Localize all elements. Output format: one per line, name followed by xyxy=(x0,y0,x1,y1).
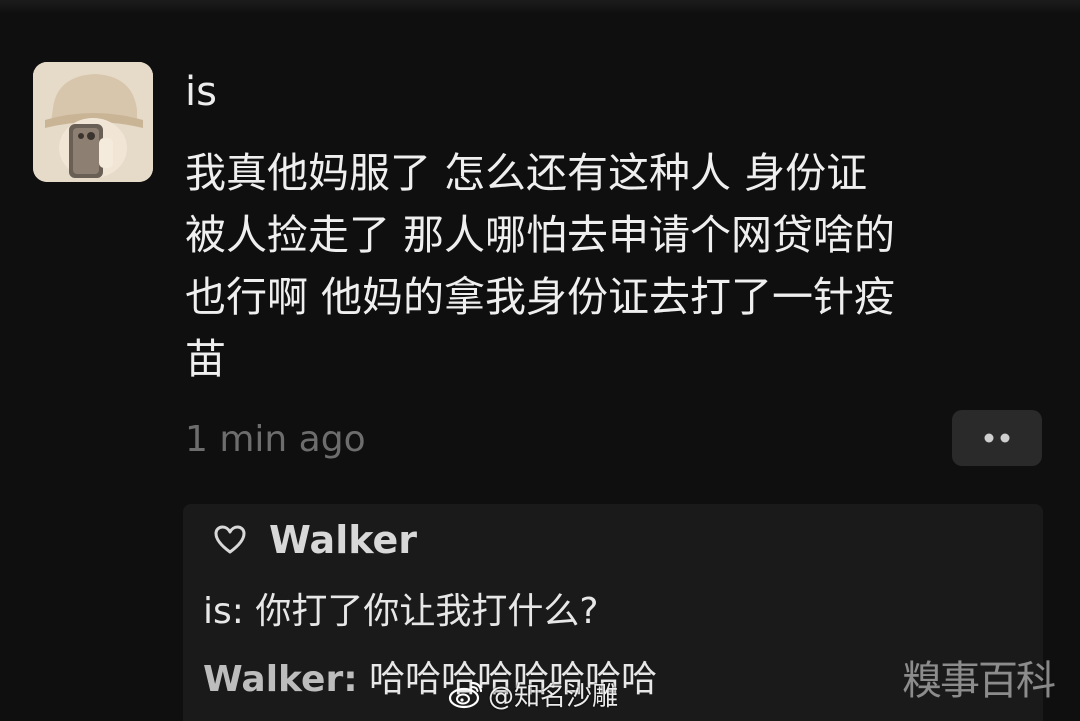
post-content-line: 被人捡走了 那人哪怕去申请个网贷啥的 xyxy=(185,211,896,259)
comment-author[interactable]: Walker: xyxy=(203,659,358,700)
comment-author[interactable]: is: xyxy=(203,591,244,632)
weibo-watermark-text: @知名沙雕 xyxy=(488,681,619,712)
more-options-button[interactable] xyxy=(952,410,1042,466)
post-card: is 我真他妈服了 怎么还有这种人 身份证 被人捡走了 那人哪怕去申请个网贷啥的… xyxy=(0,0,1080,721)
comment-text: 你打了你让我打什么? xyxy=(255,591,599,632)
post-content-line: 我真他妈服了 怎么还有这种人 身份证 xyxy=(185,149,868,197)
likes-row[interactable]: Walker xyxy=(213,518,417,562)
post-content-line: 苗 xyxy=(185,335,226,383)
comment-item[interactable]: is: 你打了你让我打什么? xyxy=(203,588,598,636)
weibo-logo-icon xyxy=(448,681,483,709)
post-timestamp: 1 min ago xyxy=(185,419,366,460)
more-dots-icon xyxy=(984,433,1010,443)
weibo-watermark: @知名沙雕 xyxy=(448,674,618,714)
post-content: 我真他妈服了 怎么还有这种人 身份证 被人捡走了 那人哪怕去申请个网贷啥的 也行… xyxy=(185,142,1065,390)
heart-icon[interactable] xyxy=(213,523,247,557)
site-watermark: 糗事百科 xyxy=(902,658,1056,704)
post-username[interactable]: is xyxy=(185,66,217,118)
avatar[interactable] xyxy=(33,62,153,182)
post-content-line: 也行啊 他妈的拿我身份证去打了一针疫 xyxy=(185,273,896,321)
liker-name[interactable]: Walker xyxy=(269,518,417,562)
